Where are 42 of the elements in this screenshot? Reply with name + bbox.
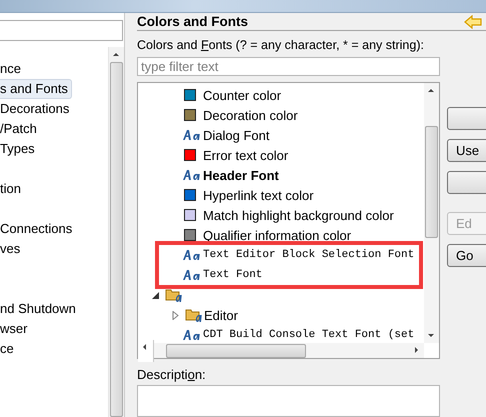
tree-item[interactable]: Qualifier information color (203, 228, 352, 242)
preference-item[interactable]: nd Shutdown (0, 299, 79, 319)
scroll-left-icon[interactable] (138, 340, 154, 362)
tree-item[interactable]: Hyperlink text color (203, 188, 314, 202)
filter-field[interactable]: type filter text (137, 57, 440, 76)
page-title: Colors and Fonts (137, 14, 248, 29)
preference-item[interactable]: Decorations (0, 99, 72, 119)
scrollbar[interactable] (424, 83, 439, 343)
tree-item[interactable]: Editor (204, 308, 238, 322)
filter-field[interactable] (0, 20, 123, 41)
tree-item[interactable]: CDT Build Console Text Font (set (203, 329, 414, 341)
tree-item[interactable]: Counter color (203, 88, 282, 102)
tree-item[interactable]: Error text color (203, 148, 288, 162)
filter-label: Colors and Fonts (? = any character, * = any string): (137, 38, 425, 52)
action-button[interactable]: Use (447, 139, 486, 162)
tree-item[interactable]: Text Editor Block Selection Font (203, 249, 414, 261)
action-button[interactable]: Go (447, 244, 486, 267)
expand-icon[interactable] (171, 310, 180, 320)
preference-item[interactable]: tion (0, 179, 24, 199)
font-icon (183, 249, 201, 261)
font-icon (183, 169, 201, 181)
preference-item[interactable]: /Patch (0, 119, 40, 139)
preference-item[interactable]: wser (0, 319, 30, 339)
folder-font-icon (185, 307, 202, 323)
preference-item[interactable]: s and Fonts (0, 79, 72, 99)
description-label: Description: (137, 367, 207, 382)
folder-font-icon (165, 287, 182, 303)
tree-item[interactable]: Header Font (203, 168, 279, 182)
preference-item[interactable]: nce (0, 59, 24, 79)
tree-item[interactable]: Match highlight background color (203, 208, 394, 222)
scrollbar[interactable] (108, 47, 124, 417)
tree-item[interactable]: Decoration color (203, 108, 298, 122)
preference-item[interactable]: ce (0, 339, 17, 359)
preference-item[interactable]: Connections (0, 219, 76, 239)
collapse-icon[interactable] (151, 290, 160, 300)
font-icon (183, 329, 201, 341)
preference-item[interactable]: Types (0, 139, 38, 159)
preference-item[interactable]: ves (0, 239, 24, 259)
font-icon (183, 129, 201, 141)
tree-item[interactable]: Text Font (203, 269, 262, 281)
font-icon (183, 269, 201, 281)
tree-item[interactable]: Dialog Font (203, 128, 270, 142)
